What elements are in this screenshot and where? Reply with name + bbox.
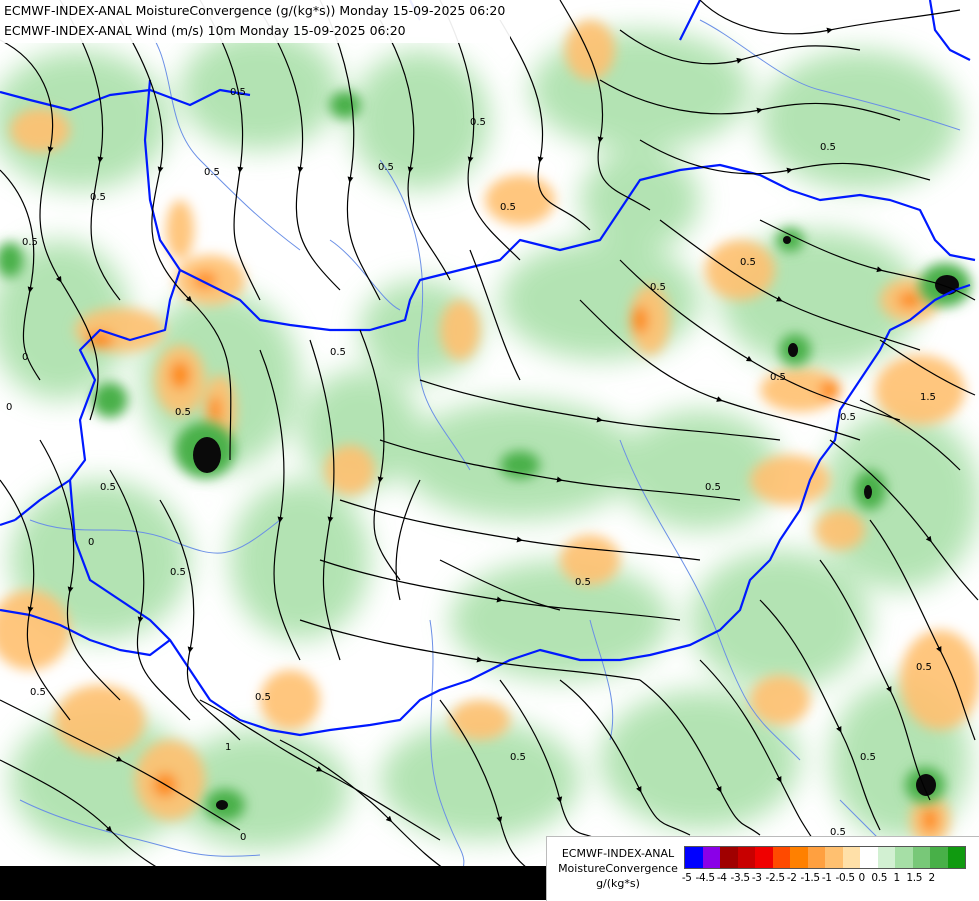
contour-label: 0.5 [30, 687, 46, 698]
contour-label: 0 [6, 402, 12, 413]
legend-swatch [720, 847, 738, 868]
contour-label: 0.5 [705, 482, 721, 493]
legend-scale: -5 -4.5 -4 -3.5 -3 -2.5 -2 -1.5 -1 -0.5 0 0.5 1 1.5 2 [682, 846, 966, 884]
contour-label: 0.5 [255, 692, 271, 703]
contour-label: 0.5 [22, 237, 38, 248]
contour-label: 0.5 [820, 142, 836, 153]
contour-label: 0.5 [100, 482, 116, 493]
contour-label: 0.5 [500, 202, 516, 213]
legend-tick-label: -4.5 [695, 872, 716, 884]
contour-label: 0.5 [230, 87, 246, 98]
legend-swatch [947, 847, 965, 868]
contour-label: 0.5 [204, 167, 220, 178]
contour-label: 0.5 [650, 282, 666, 293]
legend-tick-label: 0 [858, 872, 866, 884]
legend-tick-label: 1 [893, 872, 901, 884]
legend-tick-label: -1 [821, 872, 832, 884]
legend-swatch [772, 847, 790, 868]
contour-label: 0.5 [916, 662, 932, 673]
legend-swatch [685, 847, 703, 868]
legend-swatch [895, 847, 913, 868]
legend-tick-label: -2 [786, 872, 797, 884]
contour-label: 0 [22, 352, 28, 363]
map-title-wind: ECMWF-INDEX-ANAL Wind (m/s) 10m Monday 1… [4, 23, 406, 38]
contour-label: 0.5 [470, 117, 486, 128]
legend-title-parameter: MoistureConvergence [558, 862, 678, 875]
contour-label: 0 [240, 832, 246, 843]
legend-tick-label: -5 [681, 872, 692, 884]
legend-unit: g/(kg*s) [596, 877, 640, 890]
legend-tick-label: 2 [928, 872, 936, 884]
contour-label: 0.5 [860, 752, 876, 763]
contour-label: 0.5 [740, 257, 756, 268]
bottom-bar [0, 866, 546, 900]
legend-tick-label: -0.5 [835, 872, 856, 884]
contour-label: 0.5 [770, 372, 786, 383]
contour-label: 0.5 [575, 577, 591, 588]
map-title-box: ECMWF-INDEX-ANAL MoistureConvergence (g/… [0, 0, 511, 43]
legend-title-model: ECMWF-INDEX-ANAL [561, 847, 675, 860]
legend-swatch [755, 847, 773, 868]
contour-label: 0.5 [170, 567, 186, 578]
legend-swatches [684, 846, 966, 869]
legend-swatch [702, 847, 720, 868]
legend-tick-label: 0.5 [871, 872, 888, 884]
legend-swatch [877, 847, 895, 868]
legend-tick-label: 1.5 [906, 872, 923, 884]
legend-swatch [790, 847, 808, 868]
legend-swatch [737, 847, 755, 868]
legend-swatch [860, 847, 878, 868]
color-legend: ECMWF-INDEX-ANAL MoistureConvergence g/(… [546, 836, 979, 901]
legend-swatch [930, 847, 948, 868]
contour-label: 1 [225, 742, 231, 753]
contour-label: 0.5 [510, 752, 526, 763]
map-title-moisture: ECMWF-INDEX-ANAL MoistureConvergence (g/… [4, 3, 506, 18]
legend-swatch [807, 847, 825, 868]
contour-label: 0.5 [378, 162, 394, 173]
contour-label: 0.5 [175, 407, 191, 418]
legend-tick-label: -2.5 [765, 872, 786, 884]
legend-swatch [825, 847, 843, 868]
contour-label: 0.5 [840, 412, 856, 423]
contour-label: 0.5 [90, 192, 106, 203]
legend-tick-label: -3.5 [730, 872, 751, 884]
weather-map[interactable]: 0.5 0.5 0.5 0.5 0.5 0.5 0.5 0.5 0.5 0.5 … [0, 0, 979, 900]
legend-tick-label: -4 [716, 872, 727, 884]
legend-tick-label: -1.5 [800, 872, 821, 884]
legend-ticks: -5 -4.5 -4 -3.5 -3 -2.5 -2 -1.5 -1 -0.5 0 0.5 1 1.5 2 [678, 872, 966, 884]
contour-label: 0.5 [330, 347, 346, 358]
legend-title: ECMWF-INDEX-ANAL MoistureConvergence g/(… [553, 846, 683, 891]
contour-label: 0 [88, 537, 94, 548]
legend-swatch [842, 847, 860, 868]
legend-tick-label: -3 [751, 872, 762, 884]
legend-swatch [912, 847, 930, 868]
contour-label: 1.5 [920, 392, 936, 403]
